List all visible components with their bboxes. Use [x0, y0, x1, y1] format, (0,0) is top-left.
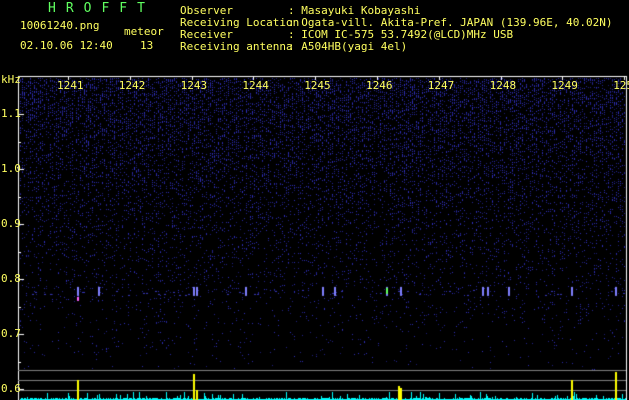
antenna-value: : A504HB(yagi 4el) [288, 40, 408, 53]
hrofft-logo: HROFFT [48, 1, 155, 16]
time-tick-label: 1249 [551, 79, 578, 92]
time-tick-label: 1247 [427, 79, 455, 92]
time-tick-label: 1244 [242, 79, 269, 92]
antenna-label: Receiving antenna [180, 40, 293, 53]
time-tick-label: 1248 [489, 79, 517, 92]
frequency-tick-label: 0.8 [1, 272, 21, 286]
frequency-tick-label: 0.9 [1, 217, 21, 231]
image-filename: 10061240.png [20, 19, 100, 32]
spectrogram-canvas [0, 0, 629, 400]
frequency-tick-label: 0.7 [1, 327, 21, 341]
frequency-tick-label: 1.0 [1, 162, 21, 176]
frequency-tick-label: 0.6 [1, 382, 21, 396]
meteor-count: 13 [140, 39, 154, 52]
time-tick-label: 1242 [118, 79, 146, 92]
observation-datetime: 02.10.06 12:40 [20, 39, 113, 52]
time-tick-label: 1243 [180, 79, 208, 92]
time-tick-label: 1241 [57, 79, 84, 92]
frequency-unit-label: kHz [1, 73, 21, 86]
meteor-label: meteor [124, 25, 164, 38]
time-tick-label: 1246 [366, 79, 393, 92]
time-tick-label: 1250 [613, 79, 629, 92]
time-tick-label: 1245 [304, 79, 331, 92]
frequency-tick-label: 1.1 [1, 107, 21, 121]
